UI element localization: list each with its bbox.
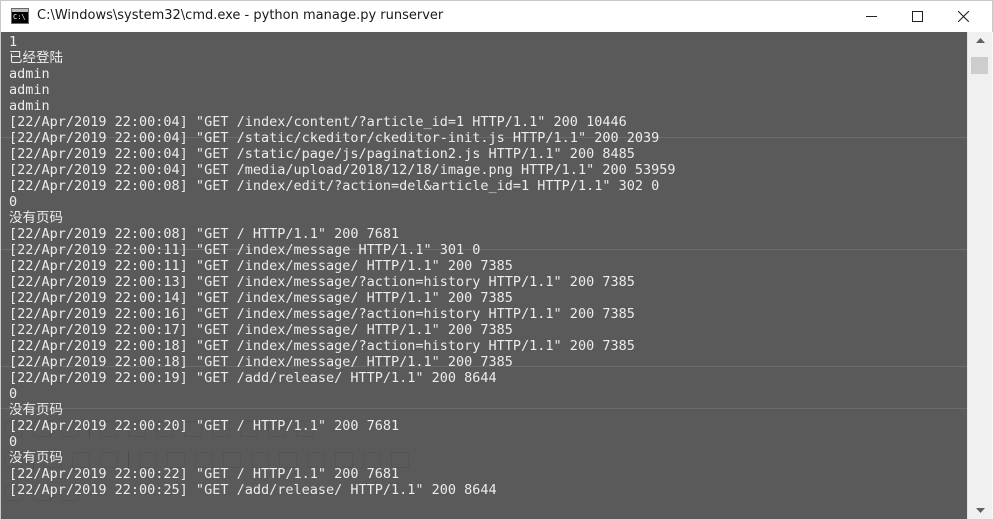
- console-line: 1: [9, 34, 18, 50]
- minimize-button[interactable]: [848, 1, 894, 32]
- window-title: C:\Windows\system32\cmd.exe - python man…: [37, 8, 444, 23]
- console-output-lines: 1 已经登陆 admin admin admin [22/Apr/2019 22:00:0…: [9, 34, 675, 498]
- scroll-up-button[interactable]: [968, 32, 992, 49]
- console-line: 0: [9, 194, 18, 210]
- scroll-thumb[interactable]: [971, 57, 988, 74]
- console-line: [22/Apr/2019 22:00:16] "GET /index/messa…: [9, 306, 635, 322]
- console-line: [22/Apr/2019 22:00:17] "GET /index/messa…: [9, 322, 513, 338]
- console-line: 0: [9, 434, 18, 450]
- console-line: [22/Apr/2019 22:00:11] "GET /index/messa…: [9, 242, 481, 258]
- console-window: C:\ C:\Windows\system32\cmd.exe - python…: [0, 0, 993, 519]
- console-line: [22/Apr/2019 22:00:11] "GET /index/messa…: [9, 258, 513, 274]
- scroll-down-button[interactable]: [968, 502, 992, 519]
- minimize-icon: [865, 16, 877, 17]
- console-line: [22/Apr/2019 22:00:18] "GET /index/messa…: [9, 354, 513, 370]
- console-line: [22/Apr/2019 22:00:14] "GET /index/messa…: [9, 290, 513, 306]
- console-line: admin: [9, 98, 50, 114]
- console-line: admin: [9, 82, 50, 98]
- app-icon-glyph: C:\: [13, 13, 26, 21]
- console-line: 已经登陆: [9, 50, 63, 66]
- console-line: 没有页码: [9, 210, 63, 226]
- maximize-button[interactable]: [894, 1, 940, 32]
- console-line: 没有页码: [9, 450, 63, 466]
- console-line: [22/Apr/2019 22:00:20] "GET / HTTP/1.1" …: [9, 418, 400, 434]
- console-line: 没有页码: [9, 402, 63, 418]
- title-bar[interactable]: C:\ C:\Windows\system32\cmd.exe - python…: [1, 1, 992, 32]
- close-icon: [957, 11, 969, 22]
- console-line: [22/Apr/2019 22:00:08] "GET / HTTP/1.1" …: [9, 226, 400, 242]
- console-line: [22/Apr/2019 22:00:04] "GET /static/page…: [9, 146, 635, 162]
- console-app-icon[interactable]: C:\: [11, 8, 29, 24]
- console-line: 0: [9, 386, 18, 402]
- vertical-scrollbar[interactable]: [967, 32, 992, 519]
- console-line: [22/Apr/2019 22:00:04] "GET /media/uploa…: [9, 162, 676, 178]
- maximize-icon: [911, 11, 923, 22]
- console-line: [22/Apr/2019 22:00:18] "GET /index/messa…: [9, 338, 635, 354]
- console-line: [22/Apr/2019 22:00:22] "GET / HTTP/1.1" …: [9, 466, 400, 482]
- console-line: admin: [9, 66, 50, 82]
- console-line: [22/Apr/2019 22:00:13] "GET /index/messa…: [9, 274, 635, 290]
- console-line: [22/Apr/2019 22:00:04] "GET /index/conte…: [9, 114, 627, 130]
- console-line: [22/Apr/2019 22:00:08] "GET /index/edit/…: [9, 178, 660, 194]
- console-line: [22/Apr/2019 22:00:04] "GET /static/cked…: [9, 130, 660, 146]
- console-output-area[interactable]: 1 已经登陆 admin admin admin [22/Apr/2019 22:00:0…: [1, 32, 967, 519]
- scroll-down-arrow-icon: [975, 508, 985, 513]
- console-line: [22/Apr/2019 22:00:25] "GET /add/release…: [9, 482, 497, 498]
- close-button[interactable]: [940, 1, 986, 32]
- scroll-up-arrow-icon: [975, 38, 985, 43]
- console-line: [22/Apr/2019 22:00:19] "GET /add/release…: [9, 370, 497, 386]
